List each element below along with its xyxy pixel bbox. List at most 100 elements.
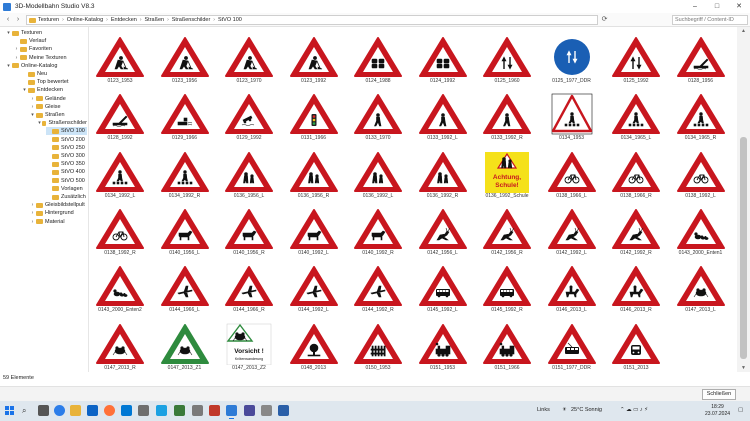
texture-tile[interactable]: 0151_1966 bbox=[477, 321, 537, 372]
breadcrumb-stvo-100[interactable]: StVO 100 bbox=[218, 17, 242, 23]
scroll-up-icon[interactable]: ▲ bbox=[737, 28, 750, 34]
refresh-icon[interactable]: ⟳ bbox=[600, 15, 609, 25]
texture-tile[interactable]: 0147_2013_L bbox=[671, 263, 731, 320]
tree-item[interactable]: ▾ Online-Katalog bbox=[6, 62, 87, 70]
chevron-down-icon[interactable]: ▾ bbox=[6, 63, 11, 69]
texture-tile[interactable]: 0134_1953 bbox=[542, 91, 602, 148]
texture-tile[interactable]: 0136_1956_R bbox=[284, 149, 344, 206]
task-view-icon[interactable] bbox=[38, 405, 49, 416]
app-icon-2[interactable] bbox=[156, 405, 167, 416]
texture-tile[interactable]: 0140_1992_R bbox=[348, 206, 408, 263]
texture-tile[interactable]: 0123_1970 bbox=[219, 34, 279, 91]
breadcrumb-texturen[interactable]: Texturen bbox=[38, 17, 59, 23]
search-input[interactable]: Suchbegriff / Content-ID bbox=[672, 15, 748, 25]
texture-tile[interactable]: 0138_1992_L bbox=[671, 149, 731, 206]
texture-tile[interactable]: 0138_1992_R bbox=[90, 206, 150, 263]
texture-tile[interactable]: 0134_1992_R bbox=[155, 149, 215, 206]
maximize-button[interactable]: □ bbox=[706, 0, 728, 13]
edge-browser-icon[interactable] bbox=[54, 405, 65, 416]
tree-item[interactable]: Verlauf bbox=[14, 37, 87, 45]
texture-tile[interactable]: 0140_1956_L bbox=[155, 206, 215, 263]
texture-tile[interactable]: 0144_1992_R bbox=[348, 263, 408, 320]
tree-item[interactable]: › Hintergrund bbox=[30, 209, 87, 217]
tree-item[interactable]: ▾ Straßen bbox=[30, 111, 87, 119]
texture-tile[interactable]: 0144_1966_L bbox=[155, 263, 215, 320]
texture-tile[interactable]: 0146_2013_R bbox=[606, 263, 666, 320]
windows-start-icon[interactable] bbox=[5, 406, 15, 416]
chevron-right-icon[interactable]: › bbox=[30, 96, 35, 102]
tree-item[interactable]: StVO 350 bbox=[46, 160, 87, 168]
texture-tile[interactable]: 0138_1966_L bbox=[542, 149, 602, 206]
texture-tile[interactable]: 0140_1956_R bbox=[219, 206, 279, 263]
outlook-icon[interactable] bbox=[87, 405, 98, 416]
vertical-scrollbar[interactable]: ▲ ▼ bbox=[737, 27, 750, 372]
texture-tile[interactable]: 0136_1992_L bbox=[348, 149, 408, 206]
texture-tile[interactable]: 0142_1992_R bbox=[606, 206, 666, 263]
links-label[interactable]: Links bbox=[537, 407, 550, 413]
texture-tile[interactable]: Achtung, Schule! 0136_1992_Schule bbox=[477, 149, 537, 206]
texture-tile[interactable]: 0128_1956 bbox=[671, 34, 731, 91]
tree-item[interactable]: Vorlagen bbox=[46, 185, 87, 193]
app-icon-6[interactable] bbox=[244, 405, 255, 416]
texture-tile[interactable]: 0148_2013 bbox=[284, 321, 344, 372]
tree-item[interactable]: Neu bbox=[22, 70, 87, 78]
texture-tile[interactable]: 0151_2013 bbox=[606, 321, 666, 372]
texture-tile[interactable]: 0136_1956_L bbox=[219, 149, 279, 206]
texture-tile[interactable]: 0133_1970 bbox=[348, 91, 408, 148]
app-icon-3[interactable] bbox=[174, 405, 185, 416]
tree-item[interactable]: › Meine Texturen bbox=[14, 54, 87, 62]
scroll-down-icon[interactable]: ▼ bbox=[737, 365, 750, 371]
texture-tile[interactable]: 0128_1992 bbox=[90, 91, 150, 148]
tree-item[interactable]: ▾ Entdecken bbox=[22, 86, 87, 94]
texture-tile[interactable]: 0123_1956 bbox=[155, 34, 215, 91]
breadcrumb-strassenschilder[interactable]: Straßenschilder bbox=[172, 17, 211, 23]
texture-tile[interactable]: 0133_1992_L bbox=[413, 91, 473, 148]
texture-tile[interactable]: 0150_1953 bbox=[348, 321, 408, 372]
chevron-right-icon[interactable]: › bbox=[30, 210, 35, 216]
texture-tile[interactable]: 0147_2013_R bbox=[90, 321, 150, 372]
close-button[interactable]: Schließen bbox=[702, 389, 736, 400]
texture-tile[interactable]: 0146_2013_L bbox=[542, 263, 602, 320]
texture-tile[interactable]: 0145_1992_L bbox=[413, 263, 473, 320]
app-icon-4[interactable] bbox=[192, 405, 203, 416]
texture-tile[interactable]: 0151_1953 bbox=[413, 321, 473, 372]
tree-item[interactable]: › Favoriten bbox=[14, 45, 87, 53]
chevron-right-icon[interactable]: › bbox=[30, 202, 35, 208]
weather-sun-icon[interactable]: ☀ bbox=[562, 407, 567, 413]
texture-tile[interactable]: 0145_1992_R bbox=[477, 263, 537, 320]
texture-tile[interactable]: 0144_1992_L bbox=[284, 263, 344, 320]
texture-tile[interactable]: 0125_1977_DDR bbox=[542, 34, 602, 91]
chevron-right-icon[interactable]: › bbox=[14, 55, 19, 61]
app-icon-8[interactable] bbox=[278, 405, 289, 416]
texture-tile[interactable]: 0124_1992 bbox=[413, 34, 473, 91]
texture-tile[interactable]: 0131_1966 bbox=[284, 91, 344, 148]
weather-text[interactable]: 25°C Sonnig bbox=[571, 407, 602, 413]
texture-tile[interactable]: 0138_1966_R bbox=[606, 149, 666, 206]
texture-tile[interactable]: 0123_1992 bbox=[284, 34, 344, 91]
tree-item[interactable]: › Gleisbildstellpult bbox=[30, 201, 87, 209]
minimize-button[interactable]: – bbox=[684, 0, 706, 13]
forward-arrow-icon[interactable]: › bbox=[13, 15, 23, 25]
texture-tile[interactable]: 0143_2000_Enten1 bbox=[671, 206, 731, 263]
texture-tile[interactable]: 0143_2000_Enten2 bbox=[90, 263, 150, 320]
texture-tile[interactable]: 0129_1966 bbox=[155, 91, 215, 148]
texture-tile[interactable]: 0142_1956_R bbox=[477, 206, 537, 263]
tree-item[interactable]: StVO 100 bbox=[46, 127, 87, 136]
modellbahn-studio-icon[interactable] bbox=[226, 405, 237, 419]
breadcrumb[interactable]: Texturen › Online-Katalog › Entdecken › … bbox=[26, 15, 598, 25]
chevron-right-icon[interactable]: › bbox=[30, 104, 35, 110]
texture-tile[interactable]: 0134_1965_R bbox=[671, 91, 731, 148]
texture-tile[interactable]: 0142_1992_L bbox=[542, 206, 602, 263]
close-window-button[interactable]: ✕ bbox=[728, 0, 750, 13]
breadcrumb-entdecken[interactable]: Entdecken bbox=[111, 17, 137, 23]
texture-tile[interactable]: 0134_1965_L bbox=[606, 91, 666, 148]
tree-item[interactable]: Zusätzlich bbox=[46, 193, 87, 201]
tree-item[interactable]: StVO 500 bbox=[46, 177, 87, 185]
texture-tile[interactable]: 0142_1956_L bbox=[413, 206, 473, 263]
app-icon-7[interactable] bbox=[261, 405, 272, 416]
texture-tile[interactable]: 0123_1953 bbox=[90, 34, 150, 91]
tree-item[interactable]: StVO 300 bbox=[46, 152, 87, 160]
texture-tile[interactable]: 0125_1960 bbox=[477, 34, 537, 91]
app-icon-1[interactable] bbox=[138, 405, 149, 416]
chevron-down-icon[interactable]: ▾ bbox=[6, 30, 11, 36]
